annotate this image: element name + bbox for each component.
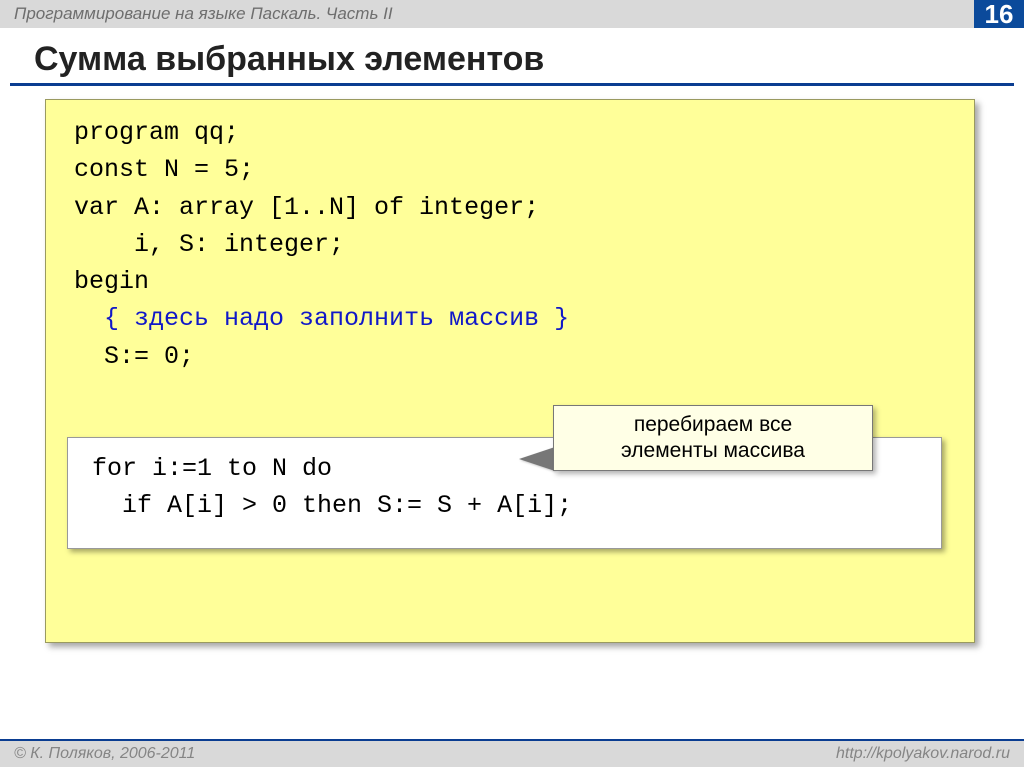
code-line-3: var A: array [1..N] of integer; [74,189,946,226]
code-line-2: const N = 5; [74,151,946,188]
header-title: Программирование на языке Паскаль. Часть… [14,4,393,24]
slide-title: Сумма выбранных элементов [34,40,1024,79]
code-line-5: begin [74,263,946,300]
callout-box: перебираем все элементы массива [553,405,873,471]
code-comment: { здесь надо заполнить массив } [104,304,569,333]
callout-tail [520,448,555,470]
page-number: 16 [974,0,1024,28]
footer-url: http://kpolyakov.narod.ru [836,745,1010,763]
callout-line-1: перебираем все [634,413,792,436]
code-line-7: S:= 0; [74,338,946,375]
header-bar: Программирование на языке Паскаль. Часть… [0,0,1024,28]
code-box: program qq; const N = 5; var A: array [1… [45,99,975,643]
code-line-6: { здесь надо заполнить массив } [74,300,946,337]
title-underline [10,83,1014,86]
code-line-4: i, S: integer; [74,226,946,263]
code-line-9: if A[i] > 0 then S:= S + A[i]; [92,487,917,524]
callout-line-2: элементы массива [621,439,805,462]
code-line-1: program qq; [74,114,946,151]
footer-copyright: © К. Поляков, 2006-2011 [14,745,195,763]
footer-bar: © К. Поляков, 2006-2011 http://kpolyakov… [0,739,1024,767]
